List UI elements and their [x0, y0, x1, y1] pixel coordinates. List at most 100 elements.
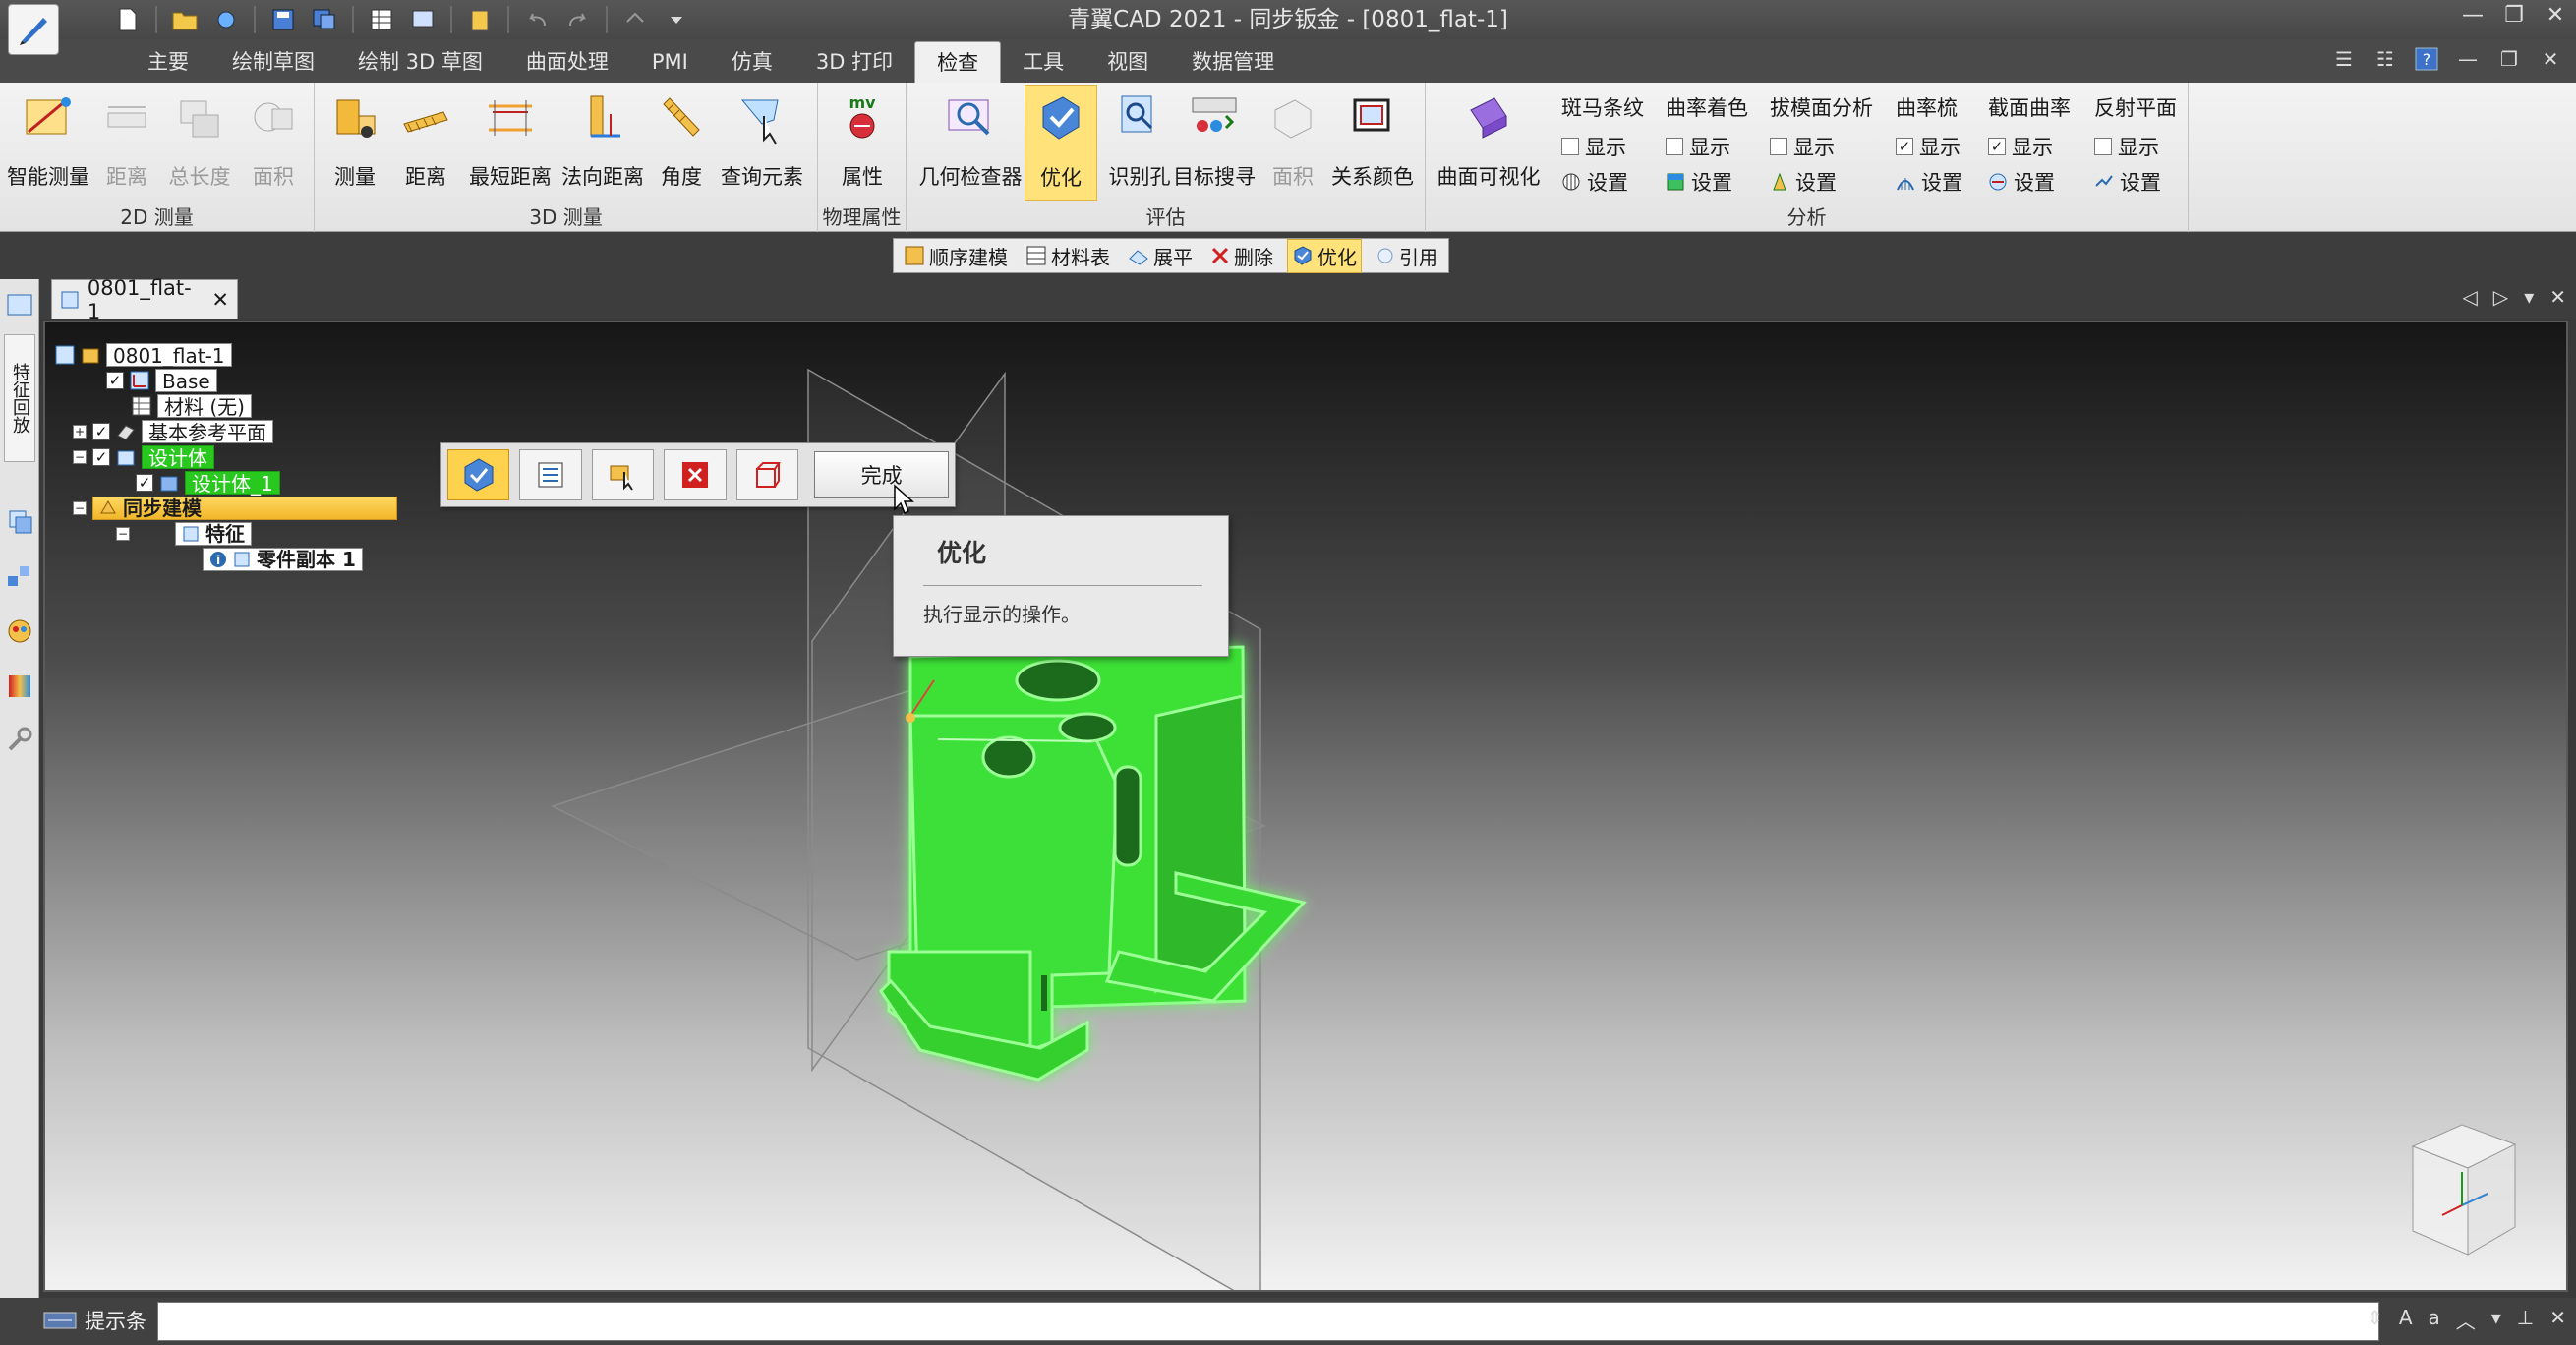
ordered-modeling-button[interactable]: 顺序建模 — [900, 240, 1012, 272]
tab-main[interactable]: 主要 — [126, 41, 210, 83]
optimize-step-button[interactable] — [447, 449, 510, 500]
open-folder-icon[interactable] — [167, 3, 203, 36]
doc-prev-icon[interactable]: ◁ — [2462, 285, 2477, 309]
tab-pmi[interactable]: PMI — [630, 41, 710, 83]
close-button[interactable]: ✕ — [2543, 2, 2568, 28]
expand-ref-planes-icon[interactable]: + — [73, 424, 87, 439]
recognize-hole-button[interactable]: 识别孔 — [1103, 85, 1176, 195]
document-tab[interactable]: 0801_flat-1 ✕ — [51, 276, 238, 323]
design-body-visibility-checkbox[interactable]: ✓ — [92, 447, 110, 466]
tree-item-design-body-1[interactable]: ✓ 设计体_1 — [136, 470, 280, 496]
tab-surfacing[interactable]: 曲面处理 — [504, 41, 630, 83]
zebra-settings-button[interactable]: 设置 — [1561, 167, 1628, 197]
surface-visualization-button[interactable]: 曲面可视化 — [1434, 85, 1544, 195]
print-preview-icon[interactable] — [405, 3, 440, 36]
section-curvature-settings-button[interactable]: 设置 — [1988, 167, 2055, 197]
save-icon[interactable] — [265, 3, 301, 36]
undo-icon[interactable] — [519, 3, 555, 36]
tab-tools[interactable]: 工具 — [1001, 41, 1085, 83]
font-increase-icon[interactable]: A — [2399, 1306, 2413, 1334]
save-as-icon[interactable] — [307, 3, 342, 36]
section-curvature-show-checkbox[interactable]: ✓ 显示 — [1988, 132, 2053, 161]
geometry-inspector-button[interactable]: 几何检查器 — [916, 85, 1025, 195]
curvature-comb-checkbox[interactable]: ✓ — [1896, 138, 1913, 155]
ribbon-minimize-button[interactable]: — — [2454, 45, 2482, 73]
document-tab-close-icon[interactable]: ✕ — [211, 288, 229, 312]
query-element-button[interactable]: 查询元素 — [718, 85, 806, 195]
draft-analysis-settings-button[interactable]: 设置 — [1770, 167, 1837, 197]
curvature-shading-settings-button[interactable]: 设置 — [1666, 167, 1732, 197]
tree-item-part-copy[interactable]: i 零件副本 1 — [203, 547, 363, 571]
goal-seek-button[interactable]: 目标搜寻 — [1168, 85, 1260, 195]
reference-button[interactable]: 引用 — [1372, 240, 1442, 272]
delete-button[interactable]: 删除 — [1206, 240, 1277, 272]
zebra-show-checkbox[interactable]: 显示 — [1561, 132, 1626, 161]
design-body-1-visibility-checkbox[interactable]: ✓ — [136, 473, 153, 492]
reflection-plane-settings-button[interactable]: 设置 — [2094, 167, 2161, 197]
tab-view[interactable]: 视图 — [1085, 41, 1170, 83]
restore-button[interactable]: ❐ — [2501, 2, 2527, 28]
distance-2d-button[interactable]: 距离 — [98, 85, 155, 195]
appearance-icon[interactable] — [4, 615, 35, 647]
area-2d-button[interactable]: 面积 — [244, 85, 303, 195]
tab-simulation[interactable]: 仿真 — [710, 41, 794, 83]
options-list-button[interactable] — [519, 449, 582, 500]
3d-viewport[interactable]: 0801_flat-1 ✓ Base 材料 (无) + ✓ 基本参考平面 − ✓… — [43, 321, 2568, 1292]
repeat-icon[interactable] — [617, 3, 653, 36]
tab-3d-print[interactable]: 3D 打印 — [794, 41, 914, 83]
tab-data-management[interactable]: 数据管理 — [1170, 41, 1296, 83]
ribbon-restore-button[interactable]: ❐ — [2495, 45, 2523, 73]
tree-item-design-body[interactable]: − ✓ 设计体 — [73, 444, 214, 470]
section-curvature-checkbox[interactable]: ✓ — [1988, 138, 2006, 155]
layers-icon[interactable] — [4, 505, 35, 537]
collapse-up-icon[interactable]: ︿ — [2456, 1306, 2476, 1334]
zebra-checkbox[interactable] — [1561, 138, 1579, 155]
shortest-distance-button[interactable]: 最短距离 — [466, 85, 555, 195]
cancel-action-button[interactable] — [664, 449, 727, 500]
tree-item-reference-planes[interactable]: + ✓ 基本参考平面 — [73, 419, 273, 444]
help-icon[interactable]: ? — [2413, 45, 2440, 73]
doc-next-icon[interactable]: ▷ — [2493, 285, 2508, 309]
tab-inspect[interactable]: 检查 — [914, 41, 1002, 83]
done-button[interactable]: 完成 — [814, 451, 949, 498]
properties-button[interactable]: mv 属性 — [828, 85, 897, 195]
reflection-plane-show-checkbox[interactable]: 显示 — [2094, 132, 2159, 161]
curvature-shading-checkbox[interactable] — [1666, 138, 1683, 155]
color-palette-icon[interactable] — [4, 671, 35, 702]
view-cube[interactable] — [2393, 1117, 2531, 1264]
recent-file-icon[interactable] — [208, 3, 244, 36]
flatten-button[interactable]: 展平 — [1124, 240, 1197, 272]
tab-sketch[interactable]: 绘制草图 — [210, 41, 336, 83]
normal-distance-button[interactable]: 法向距离 — [558, 85, 647, 195]
preview-box-button[interactable] — [735, 449, 799, 500]
font-decrease-icon[interactable]: a — [2429, 1306, 2440, 1334]
tree-root[interactable]: 0801_flat-1 — [55, 342, 232, 368]
redo-icon[interactable] — [560, 3, 596, 36]
doc-close-icon[interactable]: ✕ — [2549, 285, 2566, 309]
app-logo-icon[interactable] — [8, 4, 59, 55]
new-file-icon[interactable] — [110, 3, 146, 36]
relation-color-button[interactable]: 关系颜色 — [1325, 85, 1420, 195]
customize-qat-icon[interactable] — [659, 3, 694, 36]
material-table-button[interactable]: 材料表 — [1022, 240, 1114, 272]
tab-3d-sketch[interactable]: 绘制 3D 草图 — [336, 41, 504, 83]
clipboard-icon[interactable] — [462, 3, 498, 36]
ref-planes-visibility-checkbox[interactable]: ✓ — [92, 422, 110, 440]
tree-item-material[interactable]: 材料 (无) — [132, 393, 252, 419]
draft-analysis-show-checkbox[interactable]: 显示 — [1770, 132, 1835, 161]
angle-button[interactable]: 角度 — [653, 85, 710, 195]
optimize-command-button[interactable]: 优化 — [1287, 238, 1362, 273]
table-view-icon[interactable] — [364, 3, 399, 36]
curvature-comb-show-checkbox[interactable]: ✓ 显示 — [1896, 132, 1961, 161]
pin-icon[interactable]: ⊥ — [2517, 1306, 2534, 1334]
assembly-icon[interactable] — [4, 560, 35, 592]
reflection-plane-checkbox[interactable] — [2094, 138, 2112, 155]
collapse-sync-modeling-icon[interactable]: − — [73, 500, 87, 515]
select-entity-button[interactable] — [591, 449, 655, 500]
tool-wrench-icon[interactable] — [4, 724, 35, 755]
path-finder-icon[interactable] — [4, 289, 35, 321]
distance-3d-button[interactable]: 距离 — [393, 85, 458, 195]
prompt-input[interactable] — [157, 1302, 2379, 1341]
collapse-features-icon[interactable]: − — [116, 526, 130, 541]
tree-item-features[interactable]: − 特征 — [116, 521, 252, 546]
